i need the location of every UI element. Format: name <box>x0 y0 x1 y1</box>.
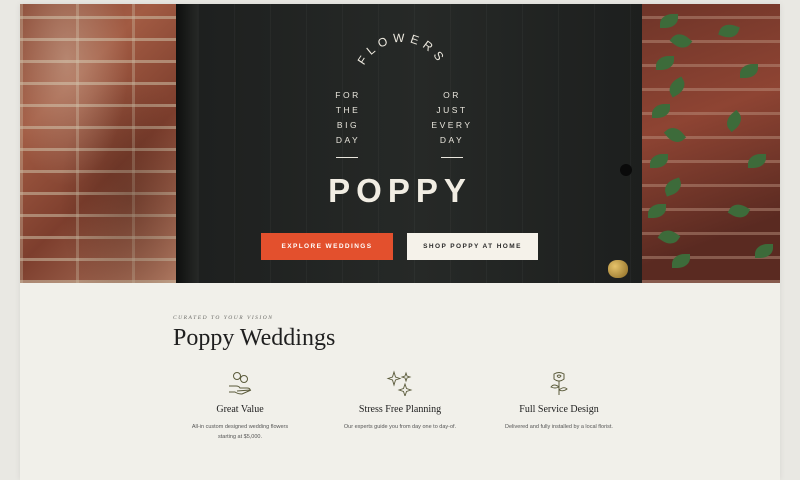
tagline-word: BIG <box>336 120 360 130</box>
tagline-word: THE <box>335 105 361 115</box>
svg-text:FLOWERS: FLOWERS <box>355 31 450 67</box>
feature-stress-free-planning: Stress Free Planning Our experts guide y… <box>325 370 475 432</box>
hand-money-icon <box>229 372 252 395</box>
tagline-word: EVERY <box>431 120 473 130</box>
rose-icon <box>550 372 568 395</box>
feature-full-service-design: Full Service Design Delivered and fully … <box>484 370 634 432</box>
section-title: Poppy Weddings <box>173 325 336 351</box>
feature-description: Our experts guide you from day one to da… <box>343 424 457 430</box>
feature-title: Great Value <box>216 404 264 415</box>
door-frame <box>176 4 198 283</box>
tagline-word: FOR <box>335 90 361 100</box>
poppy-logo[interactable]: POPPY <box>300 172 500 210</box>
feature-title: Stress Free Planning <box>358 404 442 415</box>
tagline-word: DAY <box>335 135 361 145</box>
tagline-word: JUST <box>436 105 468 115</box>
section-eyebrow: CURATED TO YOUR VISION <box>173 315 274 321</box>
explore-weddings-button[interactable]: EXPLORE WEDDINGS <box>261 233 393 260</box>
flowers-arch-text: FLOWERS <box>355 31 450 67</box>
sparkles-icon <box>386 370 413 396</box>
tagline-right: OR JUST EVERY DAY <box>412 88 492 148</box>
door-handle <box>608 260 628 278</box>
page-frame: FLOWERS FOR THE BIG DAY OR JUST EVERY DA… <box>20 4 780 480</box>
divider-left <box>336 157 358 158</box>
divider-right <box>441 157 463 158</box>
tagline-word: DAY <box>439 135 465 145</box>
tagline-left: FOR THE BIG DAY <box>308 88 388 148</box>
hero-section: FLOWERS FOR THE BIG DAY OR JUST EVERY DA… <box>20 4 780 283</box>
feature-great-value: Great Value All-in custom designed weddi… <box>165 370 315 442</box>
feature-description: All-in custom designed wedding flowers s… <box>191 424 289 440</box>
door-knocker <box>620 164 632 176</box>
arch-text: FLOWERS <box>355 31 445 67</box>
feature-title: Full Service Design <box>519 404 599 415</box>
shop-poppy-at-home-button[interactable]: SHOP POPPY AT HOME <box>407 233 538 260</box>
feature-description: Delivered and fully installed by a local… <box>505 424 613 430</box>
tagline-word: OR <box>443 90 461 100</box>
brick-wall-left <box>20 4 176 283</box>
